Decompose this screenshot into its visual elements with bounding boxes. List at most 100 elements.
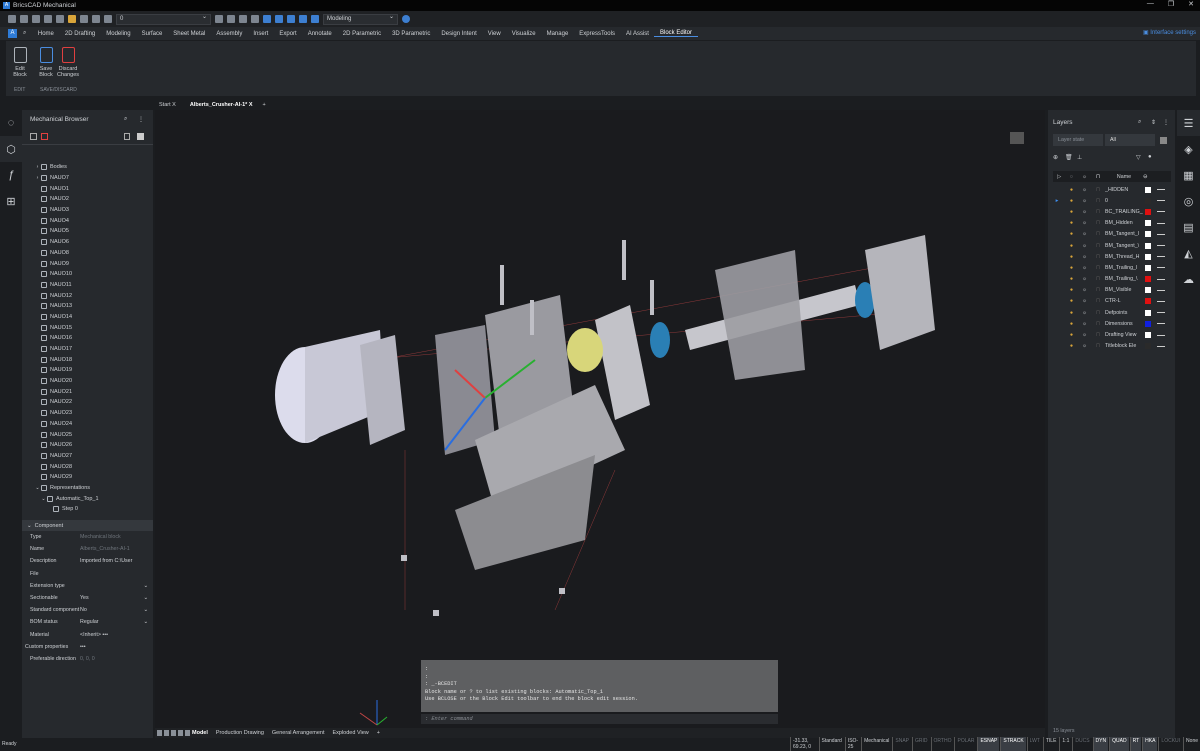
color-swatch[interactable] — [1145, 220, 1151, 227]
tab-exploded-view[interactable]: Exploded View — [332, 730, 368, 736]
expand-arrow-icon[interactable]: › — [34, 175, 41, 181]
layer-settings-icon[interactable] — [1160, 137, 1167, 144]
view-icon[interactable] — [275, 15, 283, 23]
new-tab-button[interactable]: + — [263, 102, 266, 108]
status-toggle-tile[interactable]: TILE — [1042, 737, 1059, 751]
property-value[interactable]: Imported from C:\User — [80, 558, 153, 564]
tab-export[interactable]: Export — [274, 31, 302, 37]
next-layout-icon[interactable] — [171, 730, 176, 736]
draw-tool-icon[interactable] — [215, 15, 223, 23]
layer-bulb-icon[interactable] — [68, 15, 76, 23]
toggle-icon[interactable] — [137, 133, 144, 140]
tab-sheet-metal[interactable]: Sheet Metal — [168, 31, 211, 37]
color-swatch[interactable] — [1145, 320, 1151, 327]
tab-3d-parametric[interactable]: 3D Parametric — [387, 31, 436, 37]
cloud-icon[interactable]: ☁ — [1177, 266, 1200, 292]
layer-name[interactable]: BM_Trailing_\ — [1105, 276, 1143, 282]
prev-layout-icon[interactable] — [164, 730, 169, 736]
layer-row[interactable]: ● ☼ ⊓ BM_Hidden — [1049, 218, 1174, 229]
tab-model[interactable]: Model — [192, 730, 208, 736]
lock-icon[interactable]: ⊓ — [1091, 198, 1105, 204]
layer-state-select[interactable]: Layer state — [1053, 134, 1103, 146]
status-toggle-polar[interactable]: POLAR — [954, 737, 976, 751]
freeze-sun-icon[interactable]: ☼ — [1078, 254, 1091, 260]
properties-icon[interactable]: ☰ — [1177, 110, 1200, 136]
minimize-button[interactable]: — — [1147, 0, 1154, 8]
tree-item[interactable]: NAUO3 — [22, 205, 153, 216]
layers-icon[interactable]: ◈ — [1177, 136, 1200, 162]
more-options-icon[interactable]: ⋮ — [138, 116, 144, 123]
linetype-icon[interactable] — [1157, 245, 1165, 247]
color-swatch[interactable] — [1145, 309, 1151, 316]
layer-name[interactable]: Dimensions — [1105, 321, 1143, 327]
undo-icon[interactable] — [44, 15, 52, 23]
tree-item[interactable]: NAUO11 — [22, 280, 153, 291]
tree-item[interactable]: NAUO8 — [22, 248, 153, 259]
tree-item[interactable]: NAUO26 — [22, 440, 153, 451]
property-value[interactable]: Regular — [80, 619, 144, 625]
layer-name[interactable]: BM_Thread_H — [1105, 254, 1143, 260]
tab-modeling[interactable]: Modeling — [101, 31, 136, 37]
search-icon[interactable]: ⌕ — [124, 116, 127, 123]
status-toggle-dyn[interactable]: DYN — [1092, 737, 1109, 751]
status-toggle-snap[interactable]: SNAP — [892, 737, 911, 751]
table-icon[interactable]: ▤ — [1177, 214, 1200, 240]
color-column-icon[interactable]: ⊖ — [1143, 174, 1147, 180]
layer-name[interactable]: Defpoints — [1105, 310, 1143, 316]
tree-view-icon[interactable] — [30, 133, 37, 140]
freeze-sun-icon[interactable]: ☼ — [1078, 310, 1091, 316]
layer-name[interactable]: _HIDDEN — [1105, 187, 1143, 193]
status-toggle-lwt[interactable]: LWT — [1026, 737, 1042, 751]
filter-icon[interactable]: ▽ — [1136, 154, 1141, 161]
layer-row[interactable]: ● ☼ ⊓ Titleblock Ele — [1049, 341, 1174, 352]
tree-item[interactable]: NAUO18 — [22, 354, 153, 365]
freeze-sun-icon[interactable]: ☼ — [1078, 276, 1091, 282]
snap-tool-icon[interactable] — [227, 15, 235, 23]
tree-item[interactable]: NAUO10 — [22, 269, 153, 280]
layer-name[interactable]: BM_Tangent_I — [1105, 231, 1143, 237]
color-swatch[interactable] — [1145, 332, 1151, 339]
tree-item[interactable]: NAUO20 — [22, 376, 153, 387]
view-icon[interactable] — [299, 15, 307, 23]
linetype-icon[interactable] — [1157, 278, 1165, 280]
lock-icon[interactable]: ⊓ — [1091, 287, 1105, 293]
save-icon[interactable] — [8, 15, 16, 23]
freeze-sun-icon[interactable]: ☼ — [1078, 209, 1091, 215]
lightbulb-icon[interactable]: ● — [1065, 332, 1078, 338]
property-value[interactable]: <Inherit> ••• — [80, 632, 153, 638]
lock-icon[interactable]: ⊓ — [1091, 321, 1105, 327]
status-toggle-mechanical[interactable]: Mechanical — [861, 737, 891, 751]
linetype-icon[interactable] — [1157, 233, 1165, 235]
parameters-icon[interactable]: ƒ — [0, 162, 22, 188]
tree-item[interactable]: NAUO22 — [22, 397, 153, 408]
lock-icon[interactable]: ⊓ — [1091, 231, 1105, 237]
tool-icon[interactable] — [239, 15, 247, 23]
tree-item[interactable]: › NAUO7 — [22, 173, 153, 184]
lock-icon[interactable]: ⊓ — [1091, 220, 1105, 226]
layer-row[interactable]: ● ☼ ⊓ BM_Thread_H — [1049, 251, 1174, 262]
tab-2d-drafting[interactable]: 2D Drafting — [59, 31, 100, 37]
freeze-sun-icon[interactable]: ☼ — [1078, 287, 1091, 293]
lightbulb-icon[interactable]: ● — [1065, 209, 1078, 215]
maximize-button[interactable]: ❐ — [1168, 0, 1174, 8]
layer-row[interactable]: ● ☼ ⊓ Defpoints — [1049, 307, 1174, 318]
lightbulb-icon[interactable]: ● — [1065, 220, 1078, 226]
color-swatch[interactable] — [1145, 298, 1151, 305]
first-layout-icon[interactable] — [157, 730, 162, 736]
tree-item[interactable]: ⌄ Representations — [22, 483, 153, 494]
close-tab-icon[interactable]: X — [249, 102, 253, 108]
tab-visualize[interactable]: Visualize — [506, 31, 541, 37]
property-row[interactable]: Preferable direction 0, 0, 0 — [22, 653, 153, 665]
tab-block-editor[interactable]: Block Editor — [654, 30, 698, 37]
expand-icon[interactable] — [124, 133, 130, 140]
lightbulb-icon[interactable]: ● — [1065, 343, 1078, 349]
property-row[interactable]: Sectionable Yes ⌄ — [22, 592, 153, 604]
layer-name[interactable]: CTR-L — [1105, 298, 1143, 304]
set-current-icon[interactable]: ⊥ — [1077, 154, 1082, 161]
lock-icon[interactable]: ⊓ — [1091, 298, 1105, 304]
tab-expresstools[interactable]: ExpressTools — [574, 31, 621, 37]
print-icon[interactable] — [32, 15, 40, 23]
property-value[interactable]: Yes — [80, 595, 144, 601]
lock-icon[interactable]: ⊓ — [1091, 332, 1105, 338]
command-input[interactable]: : Enter command — [421, 714, 778, 724]
